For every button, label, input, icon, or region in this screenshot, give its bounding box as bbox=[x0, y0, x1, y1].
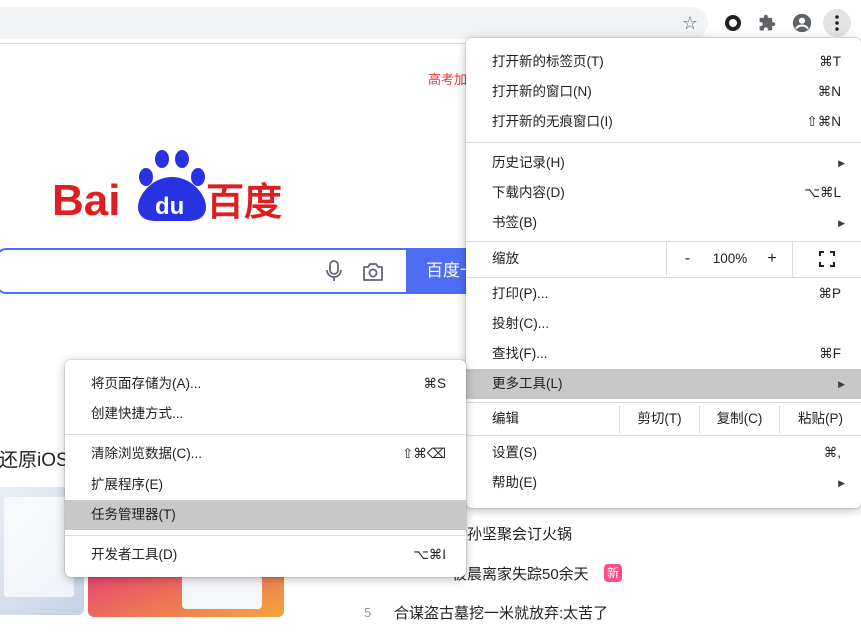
copy-button[interactable]: 复制(C) bbox=[699, 405, 779, 433]
menu-separator bbox=[65, 434, 466, 435]
star-icon[interactable]: ☆ bbox=[677, 10, 703, 36]
more-tools-submenu: 将页面存储为(A)... ⌘S 创建快捷方式... 清除浏览数据(C)... ⇧… bbox=[65, 360, 466, 577]
menu-item-new-incognito[interactable]: 打开新的无痕窗口(I) ⇧⌘N bbox=[466, 107, 861, 137]
submenu-item-task-manager[interactable]: 任务管理器(T) bbox=[65, 500, 466, 530]
zoom-out-button[interactable]: - bbox=[666, 241, 708, 277]
menu-row-edit: 编辑 剪切(T) 复制(C) 粘贴(P) bbox=[466, 405, 861, 433]
microphone-icon[interactable] bbox=[325, 260, 343, 287]
baidu-logo[interactable]: Bai du 百度 bbox=[52, 145, 284, 225]
logo-text-bai: Bai bbox=[52, 176, 120, 223]
hot-list-item[interactable]: 被晨离家失踪50余天 bbox=[452, 563, 589, 584]
menu-item-new-tab[interactable]: 打开新的标签页(T) ⌘T bbox=[466, 47, 861, 77]
submenu-item-create-shortcut[interactable]: 创建快捷方式... bbox=[65, 399, 466, 429]
paste-button[interactable]: 粘贴(P) bbox=[779, 405, 861, 433]
logo-text-baidu-cn: 百度 bbox=[206, 180, 282, 223]
menu-item-print[interactable]: 打印(P)... ⌘P bbox=[466, 279, 861, 309]
zoom-label: 缩放 bbox=[492, 251, 519, 266]
puzzle-icon[interactable] bbox=[754, 10, 780, 36]
profile-icon[interactable] bbox=[789, 10, 815, 36]
kebab-menu-icon[interactable] bbox=[823, 9, 851, 37]
menu-separator bbox=[466, 277, 861, 278]
submenu-arrow-icon: ▶ bbox=[838, 478, 845, 488]
menu-separator bbox=[466, 142, 861, 143]
submenu-arrow-icon: ▶ bbox=[838, 218, 845, 228]
menu-separator bbox=[466, 435, 861, 436]
search-input[interactable] bbox=[0, 248, 406, 294]
hot-list-index: 5 bbox=[364, 605, 372, 620]
menu-item-find[interactable]: 查找(F)... ⌘F bbox=[466, 339, 861, 369]
menu-item-help[interactable]: 帮助(E) ▶ bbox=[466, 468, 861, 498]
address-bar[interactable] bbox=[0, 7, 708, 39]
logo-text-du: du bbox=[155, 193, 184, 220]
hot-list-item[interactable]: 后孙坚聚会订火锅 bbox=[452, 523, 572, 544]
menu-item-more-tools[interactable]: 更多工具(L) ▶ bbox=[466, 369, 861, 399]
submenu-arrow-icon: ▶ bbox=[838, 379, 845, 389]
submenu-item-dev-tools[interactable]: 开发者工具(D) ⌥⌘I bbox=[65, 540, 466, 570]
submenu-item-clear-data[interactable]: 清除浏览数据(C)... ⇧⌘⌫ bbox=[65, 439, 466, 469]
menu-item-downloads[interactable]: 下载内容(D) ⌥⌘L bbox=[466, 178, 861, 208]
ring-extension-icon[interactable] bbox=[720, 10, 746, 36]
menu-row-zoom: 缩放 - 100% + bbox=[466, 241, 861, 277]
menu-separator bbox=[466, 402, 861, 403]
edit-label: 编辑 bbox=[492, 411, 519, 426]
submenu-item-extensions[interactable]: 扩展程序(E) bbox=[65, 470, 466, 500]
fullscreen-icon[interactable] bbox=[792, 241, 861, 277]
submenu-arrow-icon: ▶ bbox=[838, 158, 845, 168]
cut-button[interactable]: 剪切(T) bbox=[619, 405, 699, 433]
menu-item-settings[interactable]: 设置(S) ⌘, bbox=[466, 438, 861, 468]
menu-separator bbox=[65, 535, 466, 536]
chrome-main-menu: 打开新的标签页(T) ⌘T 打开新的窗口(N) ⌘N 打开新的无痕窗口(I) ⇧… bbox=[466, 38, 861, 508]
top-news-link[interactable]: 高考加 bbox=[428, 69, 467, 88]
menu-item-new-window[interactable]: 打开新的窗口(N) ⌘N bbox=[466, 77, 861, 107]
zoom-in-button[interactable]: + bbox=[752, 241, 792, 277]
menu-item-history[interactable]: 历史记录(H) ▶ bbox=[466, 148, 861, 178]
camera-icon[interactable] bbox=[362, 262, 384, 287]
zoom-level: 100% bbox=[712, 251, 748, 266]
news-heading[interactable]: 还原iOS bbox=[0, 445, 69, 472]
hot-list-item[interactable]: 合谋盗古墓挖一米就放弃:太苦了 bbox=[394, 602, 608, 623]
menu-item-bookmarks[interactable]: 书签(B) ▶ bbox=[466, 208, 861, 238]
submenu-item-save-page[interactable]: 将页面存储为(A)... ⌘S bbox=[65, 369, 466, 399]
new-badge: 新 bbox=[604, 564, 622, 582]
menu-item-cast[interactable]: 投射(C)... bbox=[466, 309, 861, 339]
